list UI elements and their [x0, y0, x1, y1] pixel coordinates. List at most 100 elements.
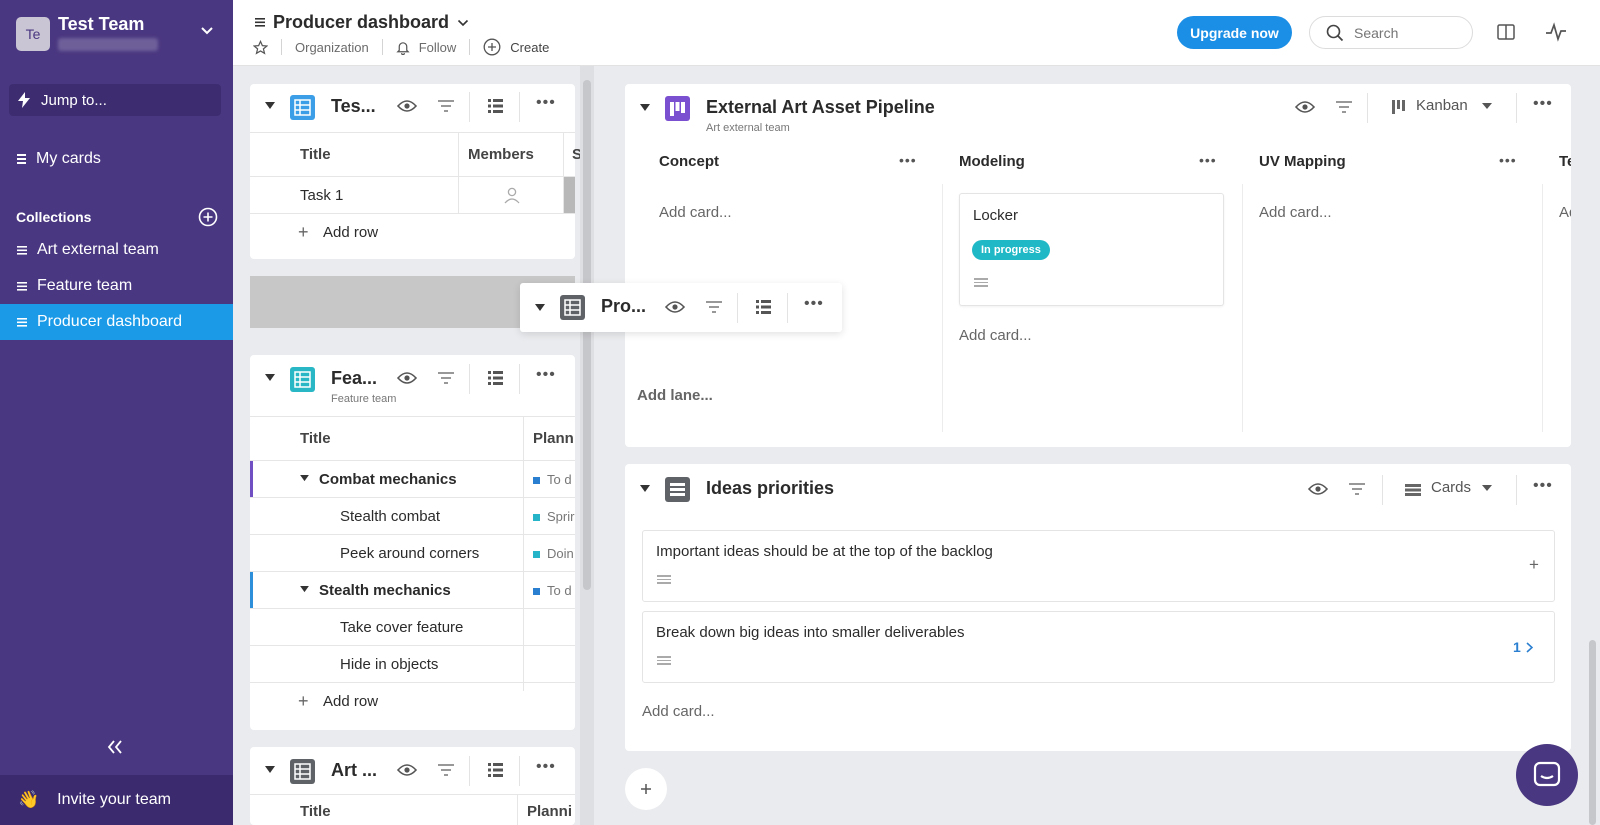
eye-icon[interactable] [397, 99, 417, 113]
column-header[interactable]: Planni [527, 803, 572, 820]
lane-more-icon[interactable]: ••• [899, 152, 917, 168]
lane-more-icon[interactable]: ••• [1499, 152, 1517, 168]
lane-title[interactable]: Concept [659, 153, 719, 170]
column-header[interactable]: Members [468, 146, 534, 163]
chevron-down-icon[interactable] [457, 19, 469, 27]
invite-team-button[interactable]: 👋 Invite your team [0, 775, 233, 825]
add-card-button[interactable]: Ad [1559, 204, 1571, 221]
jump-to-button[interactable]: Jump to... [9, 84, 221, 116]
eye-icon[interactable] [1308, 482, 1328, 496]
idea-card[interactable]: Important ideas should be at the top of … [642, 530, 1555, 602]
create-button[interactable]: Create [510, 40, 549, 55]
lane-title[interactable]: Modeling [959, 153, 1025, 170]
more-icon[interactable]: ••• [1533, 477, 1553, 495]
table-row[interactable]: Peek around corners Doin [250, 534, 575, 571]
add-lane-button[interactable]: Add lane... [637, 387, 713, 404]
add-card-button[interactable]: Add card... [642, 703, 715, 720]
column-header[interactable]: Title [300, 430, 331, 447]
more-icon[interactable]: ••• [804, 295, 824, 313]
activity-icon[interactable] [1545, 22, 1567, 42]
filter-icon[interactable] [438, 764, 454, 776]
status-cell[interactable]: Doin [533, 546, 574, 561]
eye-icon[interactable] [397, 763, 417, 777]
row-title[interactable]: Combat mechanics [319, 471, 457, 488]
lane-title[interactable]: Te [1559, 153, 1571, 170]
collapse-triangle-icon[interactable] [265, 766, 275, 774]
panel-title[interactable]: Pro... [601, 296, 646, 317]
eye-icon[interactable] [665, 300, 685, 314]
more-icon[interactable]: ••• [536, 94, 556, 112]
sidebar-item-my-cards[interactable]: My cards [0, 141, 233, 177]
list-view-icon[interactable] [756, 300, 771, 314]
more-icon[interactable]: ••• [536, 366, 556, 384]
collapse-triangle-icon[interactable] [265, 102, 275, 110]
filter-icon[interactable] [1349, 483, 1365, 495]
search-input[interactable] [1354, 24, 1464, 41]
table-row[interactable]: Take cover feature [250, 608, 575, 645]
filter-icon[interactable] [1336, 101, 1352, 113]
add-card-button[interactable]: Add card... [959, 327, 1032, 344]
collapse-triangle-icon[interactable] [640, 485, 650, 493]
eye-icon[interactable] [1295, 100, 1315, 114]
expand-triangle-icon[interactable] [300, 475, 309, 482]
idea-card[interactable]: Break down big ideas into smaller delive… [642, 611, 1555, 683]
view-selector[interactable]: Cards [1431, 479, 1471, 496]
add-card-button[interactable]: Add card... [1259, 204, 1332, 221]
row-title[interactable]: Take cover feature [340, 619, 463, 636]
chevron-down-icon[interactable] [200, 26, 214, 36]
table-row[interactable]: Hide in objects [250, 645, 575, 682]
column-header[interactable]: Plann [533, 430, 574, 447]
create-icon[interactable] [483, 38, 501, 56]
table-row-group[interactable]: Stealth mechanics To d [250, 571, 575, 609]
panel-title[interactable]: Ideas priorities [706, 478, 834, 499]
table-row[interactable]: Task 1 [250, 176, 575, 214]
panel-title[interactable]: Tes... [331, 96, 376, 117]
caret-down-icon[interactable] [1482, 485, 1492, 492]
bell-icon[interactable] [396, 40, 410, 55]
page-title[interactable]: Producer dashboard [255, 12, 469, 33]
add-section-button[interactable] [625, 768, 667, 810]
sidebar-item-feature-team[interactable]: Feature team [0, 268, 233, 304]
organization-link[interactable]: Organization [295, 40, 369, 55]
follow-button[interactable]: Follow [419, 40, 457, 55]
subcard-count[interactable]: 1 [1513, 639, 1533, 655]
filter-icon[interactable] [438, 100, 454, 112]
star-icon[interactable] [253, 39, 268, 55]
panel-title[interactable]: External Art Asset Pipeline [706, 97, 935, 118]
team-avatar[interactable]: Te [16, 17, 50, 51]
filter-icon[interactable] [438, 372, 454, 384]
panel-title[interactable]: Art ... [331, 760, 377, 781]
team-name[interactable]: Test Team [58, 14, 144, 35]
row-title[interactable]: Stealth combat [340, 508, 440, 525]
kanban-card[interactable]: Locker In progress [959, 193, 1224, 306]
upgrade-button[interactable]: Upgrade now [1177, 16, 1292, 49]
table-row[interactable]: Stealth combat Sprir [250, 497, 575, 534]
list-view-icon[interactable] [488, 763, 503, 777]
filter-icon[interactable] [706, 301, 722, 313]
search-box[interactable] [1309, 16, 1473, 49]
column-header[interactable]: Title [300, 146, 331, 163]
add-row-button[interactable]: + Add row [250, 213, 575, 250]
row-title[interactable]: Hide in objects [340, 656, 438, 673]
sidebar-item-producer-dashboard[interactable]: Producer dashboard [0, 304, 233, 340]
table-row-group[interactable]: Combat mechanics To d [250, 460, 575, 498]
row-title[interactable]: Peek around corners [340, 545, 479, 562]
row-title[interactable]: Task 1 [300, 187, 343, 204]
collapse-triangle-icon[interactable] [265, 374, 275, 382]
dragged-panel[interactable]: Pro... ••• [520, 283, 842, 332]
left-scrollbar-thumb[interactable] [583, 80, 591, 590]
more-icon[interactable]: ••• [1533, 95, 1553, 113]
right-scrollbar-thumb[interactable] [1589, 640, 1596, 825]
column-header[interactable]: Title [300, 803, 331, 820]
add-subcard-button[interactable]: + [1529, 555, 1539, 575]
user-icon[interactable] [503, 186, 521, 204]
sidebar-item-art-external-team[interactable]: Art external team [0, 232, 233, 268]
panel-title[interactable]: Fea... [331, 368, 377, 389]
lane-title[interactable]: UV Mapping [1259, 153, 1346, 170]
more-icon[interactable]: ••• [536, 758, 556, 776]
list-view-icon[interactable] [488, 371, 503, 385]
add-row-button[interactable]: + Add row [250, 682, 575, 719]
chat-launcher-button[interactable] [1516, 744, 1578, 806]
view-selector[interactable]: Kanban [1416, 97, 1468, 114]
status-cell[interactable]: Sprir [533, 509, 574, 524]
